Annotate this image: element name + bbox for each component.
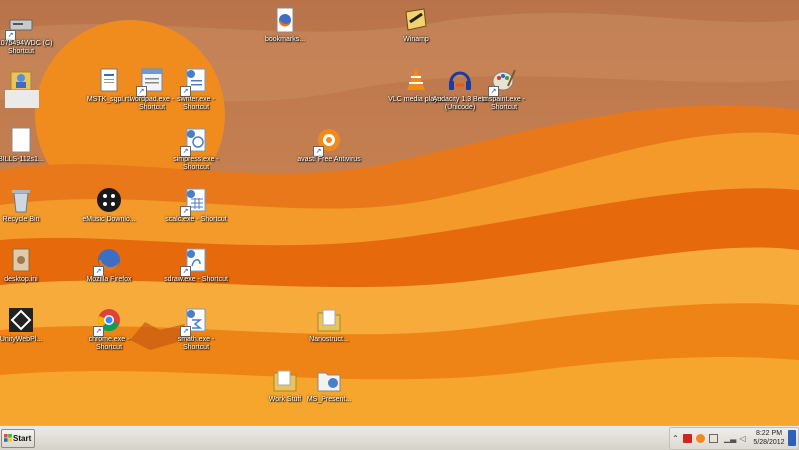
clock-date: 5/28/2012 bbox=[753, 439, 785, 446]
clock[interactable]: 8:22 PM 5/28/2012 bbox=[752, 429, 786, 447]
desktop-icon-user-folder[interactable] bbox=[0, 62, 53, 120]
icon-label: simpress.exe - Shortcut bbox=[173, 156, 219, 171]
icon-label bbox=[5, 90, 39, 108]
desktop-icon-chrome[interactable]: ↗ chrome.exe - Shortcut bbox=[77, 302, 141, 360]
vlc-icon bbox=[402, 66, 430, 94]
desktop-icon-ms-present[interactable]: MS_Present... bbox=[297, 362, 361, 420]
icon-label: eMusic Downlo... bbox=[82, 216, 136, 223]
icon-label: Recycle Bin bbox=[2, 216, 40, 223]
clock-time: 8:22 PM bbox=[755, 430, 783, 437]
desktop-icon-smath[interactable]: ↗ smath.exe - Shortcut bbox=[164, 302, 228, 360]
desktop-icon-simpress[interactable]: ↗ simpress.exe - Shortcut bbox=[164, 122, 228, 180]
icon-label: Nanostruct... bbox=[309, 336, 349, 343]
desktop-icon-swriter[interactable]: ↗ swriter.exe - Shortcut bbox=[164, 62, 228, 120]
icon-label: bookmarks... bbox=[264, 36, 306, 43]
icon-label: BILLS-112s1... bbox=[0, 156, 44, 163]
ini-file-icon bbox=[7, 246, 35, 274]
icon-label: desktop.ini bbox=[4, 276, 38, 283]
start-button[interactable]: Start bbox=[1, 429, 35, 448]
icon-label: smath.exe - Shortcut bbox=[177, 336, 215, 351]
firefox-html-file-icon bbox=[271, 6, 299, 34]
red-app-icon[interactable] bbox=[683, 434, 692, 443]
icon-label: sdraw.exe - Shortcut bbox=[164, 276, 228, 283]
icon-label: scalc.exe - Shortcut bbox=[165, 216, 227, 223]
desktop-icon-mspaint[interactable]: ↗ mspaint.exe - Shortcut bbox=[472, 62, 536, 120]
recycle-bin-icon bbox=[7, 186, 35, 214]
desktop-icon-sdraw[interactable]: ↗ sdraw.exe - Shortcut bbox=[164, 242, 228, 300]
desktop-icon-unity[interactable]: UnityWebPl... bbox=[0, 302, 53, 360]
icon-label: Mozilla Firefox bbox=[86, 276, 132, 283]
icon-label: Winamp bbox=[403, 36, 429, 43]
presentation-folder-icon bbox=[315, 366, 343, 394]
desktop[interactable]: ↗ 711075494WDC (C) Shortcut BILLS-112s1.… bbox=[0, 0, 799, 425]
notification-area: ⌃ ▁▃ ◁ 8:22 PM 5/28/2012 bbox=[669, 427, 799, 450]
icon-label: swriter.exe - Shortcut bbox=[177, 96, 215, 111]
desktop-icon-nanostruct[interactable]: Nanostruct... bbox=[297, 302, 361, 360]
winamp-icon bbox=[402, 6, 430, 34]
windows-flag-icon bbox=[4, 434, 12, 442]
icon-label: mspaint.exe - Shortcut bbox=[482, 96, 526, 111]
show-desktop-button[interactable] bbox=[788, 430, 796, 446]
audacity-icon bbox=[446, 66, 474, 94]
desktop-icon-scalc[interactable]: ↗ scalc.exe - Shortcut bbox=[164, 182, 228, 240]
network-icon[interactable] bbox=[709, 434, 718, 443]
emusic-icon bbox=[95, 186, 123, 214]
icon-label: MS_Present... bbox=[306, 396, 352, 403]
desktop-icon-avast[interactable]: ↗ avast! Free Antivirus bbox=[297, 122, 361, 180]
desktop-icon-bills[interactable]: BILLS-112s1... bbox=[0, 122, 53, 180]
show-hidden-icons-icon[interactable]: ⌃ bbox=[671, 434, 680, 443]
unity-icon bbox=[7, 306, 35, 334]
desktop-icon-bookmarks[interactable]: bookmarks... bbox=[253, 2, 317, 60]
rtf-document-icon bbox=[95, 66, 123, 94]
desktop-icon-mozilla-firefox[interactable]: ↗ Mozilla Firefox bbox=[77, 242, 141, 300]
desktop-icon-emusic[interactable]: eMusic Downlo... bbox=[77, 182, 141, 240]
taskbar: Start ⌃ ▁▃ ◁ 8:22 PM 5/28/2012 bbox=[0, 425, 799, 450]
icon-label: chrome.exe - Shortcut bbox=[88, 336, 130, 351]
avast-tray-icon[interactable] bbox=[696, 434, 705, 443]
start-label: Start bbox=[13, 434, 32, 443]
icon-label: avast! Free Antivirus bbox=[297, 156, 361, 163]
icon-label: UnityWebPl... bbox=[0, 336, 43, 343]
desktop-icon-drive-shortcut[interactable]: ↗ 711075494WDC (C) Shortcut bbox=[0, 6, 53, 64]
folder-icon bbox=[271, 366, 299, 394]
desktop-icon-desktop-ini[interactable]: desktop.ini bbox=[0, 242, 53, 300]
document-icon bbox=[7, 126, 35, 154]
desktop-icon-winamp[interactable]: Winamp bbox=[384, 2, 448, 60]
signal-icon[interactable]: ▁▃ bbox=[724, 434, 736, 443]
folder-icon bbox=[315, 306, 343, 334]
icon-label: 711075494WDC (C) Shortcut bbox=[0, 40, 53, 55]
volume-icon[interactable]: ◁ bbox=[738, 434, 747, 443]
desktop-icon-recycle-bin[interactable]: Recycle Bin bbox=[0, 182, 53, 240]
